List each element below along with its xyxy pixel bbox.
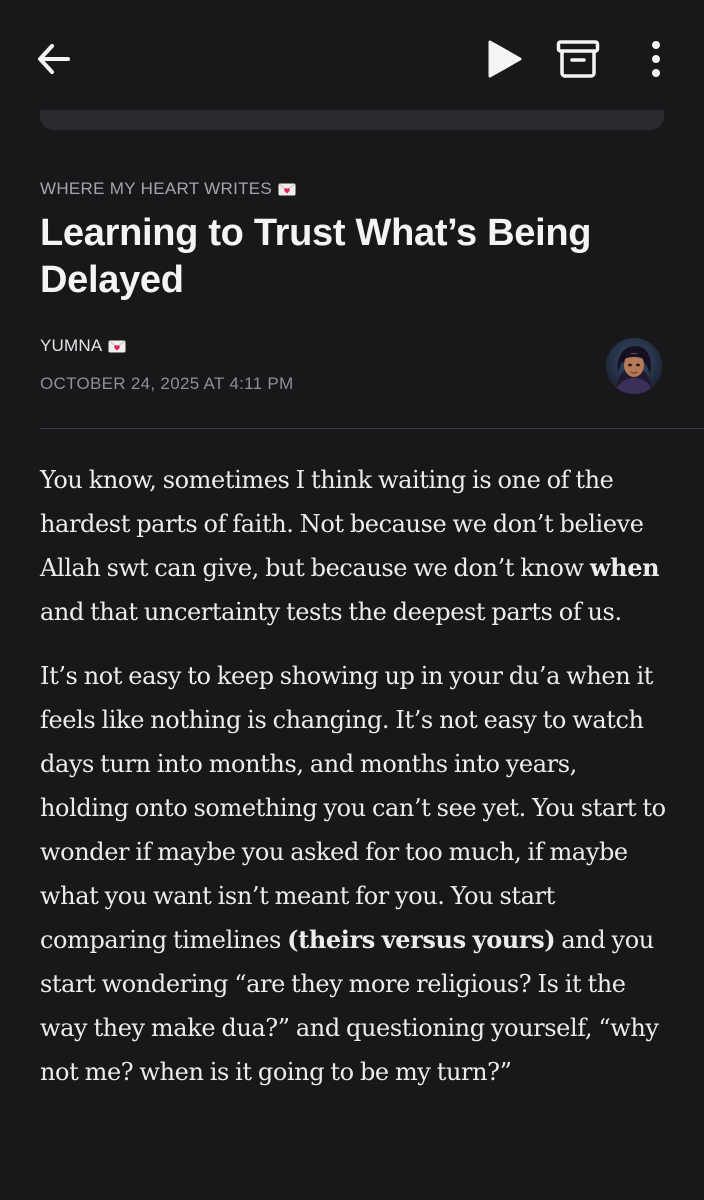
article-title: Learning to Trust What’s Being Delayed [40,212,592,301]
author-avatar[interactable] [606,338,662,394]
back-button[interactable] [26,34,82,84]
publication-name[interactable]: WHERE MY HEART WRITES [40,176,664,202]
avatar-illustration [606,338,662,394]
paragraph-text: You know, sometimes I think waiting is o… [40,466,644,582]
love-letter-icon [108,340,126,352]
publication-label: WHERE MY HEART WRITES [40,179,273,198]
paragraph-emphasis: when [589,553,660,582]
article-body: You know, sometimes I think waiting is o… [40,458,670,1114]
publish-date: OCTOBER 24, 2025 AT 4:11 PM [40,374,294,393]
archive-icon [556,40,600,78]
arrow-left-icon [38,44,70,74]
more-options-button[interactable] [634,34,678,84]
author-label: YUMNA [40,336,103,355]
more-vertical-icon [652,41,660,77]
byline: YUMNA OCTOBER 24, 2025 AT 4:11 PM [40,332,664,404]
top-toolbar [0,0,704,112]
paragraph-emphasis: (theirs versus yours) [287,925,556,954]
article-header: WHERE MY HEART WRITES Learning to Trust … [40,176,664,304]
play-button[interactable] [476,34,532,84]
author-name[interactable]: YUMNA [40,332,664,360]
paragraph-text: It’s not easy to keep showing up in your… [40,662,666,954]
paragraph: It’s not easy to keep showing up in your… [40,654,670,1094]
play-icon [488,40,522,78]
love-letter-icon [278,183,296,195]
paragraph: You know, sometimes I think waiting is o… [40,458,670,634]
header-divider [40,428,704,429]
collapsed-header-card [40,110,664,130]
paragraph-text: and that uncertainty tests the deepest p… [40,598,622,626]
archive-button[interactable] [548,34,608,84]
